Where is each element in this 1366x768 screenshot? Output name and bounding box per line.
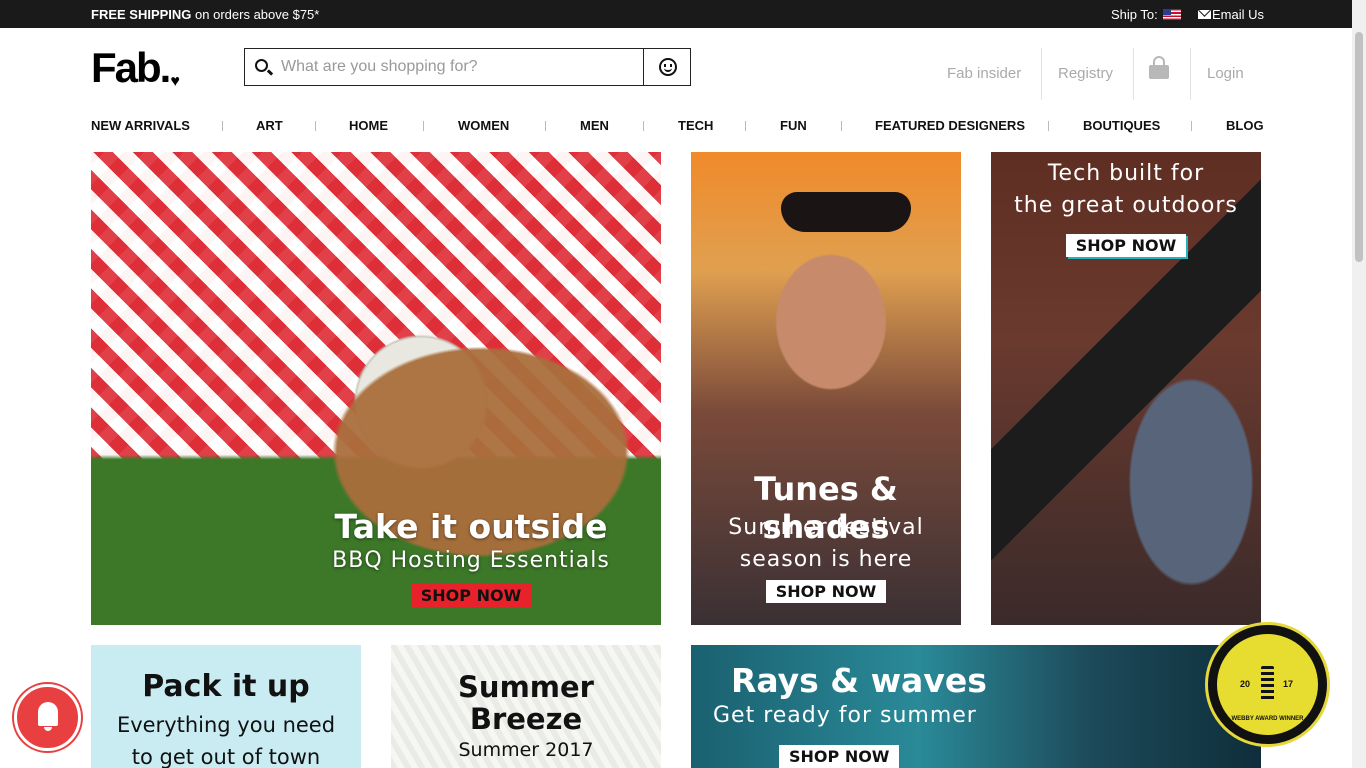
promo-pack-it-up[interactable]: Pack it up Everything you need to get out… [91,645,361,768]
shop-now-button[interactable]: SHOP NOW [1065,234,1187,257]
sunglasses-image [781,192,911,232]
divider [1190,48,1191,100]
nav-men[interactable]: MEN [580,118,609,133]
smiley-icon [659,58,677,76]
divider [1041,48,1042,100]
nav-blog[interactable]: BLOG [1226,118,1264,133]
shop-now-button[interactable]: SHOP NOW [765,580,887,603]
nav-separator [315,121,316,131]
search-icon[interactable] [255,59,268,72]
lock-link[interactable] [1149,48,1169,100]
registry-link[interactable]: Registry [1058,48,1113,100]
webby-badge-face: 20 17 WEBBY AWARD WINNER [1217,634,1318,735]
scrollbar[interactable] [1352,0,1366,768]
lock-icon [1149,56,1169,79]
shop-now-button[interactable]: SHOP NOW [779,745,900,768]
us-flag-icon[interactable] [1163,9,1181,20]
nav-home[interactable]: HOME [349,118,388,133]
year-left: 20 [1240,679,1251,689]
webby-award-badge[interactable]: 20 17 WEBBY AWARD WINNER [1205,622,1330,747]
tile-headline: Take it outside [334,507,608,546]
divider [1133,48,1134,100]
search-input[interactable] [281,53,641,81]
fab-insider-link[interactable]: Fab insider [947,48,1021,100]
tile-headline: Tech built for the great outdoors [1014,161,1238,218]
nav-separator [643,121,644,131]
main-nav: NEW ARRIVALS ART HOME WOMEN MEN TECH FUN… [91,118,1264,134]
webby-label: WEBBY AWARD WINNER [1231,716,1304,722]
nav-featured-designers[interactable]: FEATURED DESIGNERS [875,118,1025,133]
nav-fun[interactable]: FUN [780,118,807,133]
heart-icon: ♥ [170,73,179,90]
free-shipping-promo: FREE SHIPPING on orders above $75* [91,7,320,22]
top-bar: FREE SHIPPING on orders above $75* Ship … [0,0,1352,28]
tile-subtitle: Get ready for summer [713,703,977,728]
fab-logo[interactable]: Fab.♥ [91,47,180,98]
tile-headline: Pack it up [142,669,310,704]
nav-separator [745,121,746,131]
email-us-link[interactable]: Email Us [1198,7,1264,22]
promo-tunes-shades[interactable]: Tunes & shades Summer festival season is … [691,152,961,625]
nav-separator [423,121,424,131]
envelope-icon [1198,10,1211,19]
promo-tech-outdoors[interactable]: Tech built for the great outdoors SHOP NO… [991,152,1261,625]
nav-women[interactable]: WOMEN [458,118,509,133]
nav-boutiques[interactable]: BOUTIQUES [1083,118,1160,133]
tile-subtitle: BBQ Hosting Essentials [332,548,610,573]
promo-take-it-outside[interactable]: Take it outside BBQ Hosting Essentials S… [91,152,661,625]
nav-separator [222,121,223,131]
tile-headline: Rays & waves [731,661,987,700]
nav-separator [545,121,546,131]
smiley-button[interactable] [643,49,690,85]
year-right: 17 [1283,679,1294,689]
promo-summer-breeze[interactable]: Summer Breeze Summer 2017 [391,645,661,768]
nav-separator [1048,121,1049,131]
bell-icon [38,702,58,731]
tile-subtitle: Summer festival season is here [728,515,924,572]
spring-icon [1261,666,1274,702]
search-bar [244,48,691,86]
promo-rays-waves[interactable]: Rays & waves Get ready for summer SHOP N… [691,645,1261,768]
nav-separator [1191,121,1192,131]
tile-subtitle: Summer 2017 [458,739,594,761]
scrollbar-thumb[interactable] [1355,32,1363,262]
tile-headline: Summer Breeze [458,670,594,736]
ship-to-label: Ship To: [1111,7,1158,22]
tile-subtitle: Everything you need to get out of town [116,713,336,768]
shop-now-button[interactable]: SHOP NOW [410,584,532,607]
login-link[interactable]: Login [1207,48,1244,100]
nav-art[interactable]: ART [256,118,283,133]
nav-separator [841,121,842,131]
notification-bell-button[interactable] [14,684,81,751]
nav-tech[interactable]: TECH [678,118,713,133]
nav-new-arrivals[interactable]: NEW ARRIVALS [91,118,190,133]
